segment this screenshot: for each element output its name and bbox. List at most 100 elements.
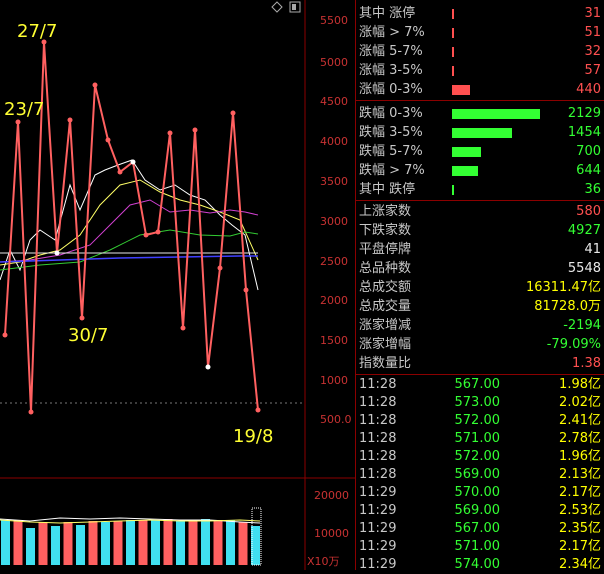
stat-row-up: 其中 涨停 31 — [356, 4, 604, 23]
tick-time: 11:29 — [359, 485, 397, 500]
volume-bar — [238, 522, 248, 565]
summary-label: 上涨家数 — [359, 204, 412, 219]
diamond-icon[interactable] — [271, 1, 283, 13]
breadth-point — [28, 409, 34, 415]
tick-row[interactable]: 11:29 574.00 2.34亿 — [356, 556, 604, 574]
stat-bar — [452, 128, 512, 138]
tick-time: 11:28 — [359, 467, 397, 482]
y-tick-label: 2500 — [320, 255, 348, 268]
volume-bar — [63, 522, 73, 565]
tick-row[interactable]: 11:28 571.00 2.78亿 — [356, 430, 604, 448]
tick-row[interactable]: 11:29 569.00 2.53亿 — [356, 502, 604, 520]
stat-label: 跌幅 0-3% — [359, 106, 423, 121]
breadth-point — [205, 364, 211, 370]
summary-value: -79.09% — [546, 337, 601, 352]
tick-row[interactable]: 11:28 569.00 2.13亿 — [356, 466, 604, 484]
volume-bar — [163, 519, 173, 565]
summary-row: 总品种数 5548 — [356, 259, 604, 278]
tick-amount: 2.17亿 — [559, 485, 601, 500]
stat-bar — [452, 9, 454, 19]
summary-row: 下跌家数 4927 — [356, 221, 604, 240]
tick-price: 571.00 — [454, 539, 501, 554]
date-annotation: 30/7 — [68, 325, 109, 346]
summary-label: 指数量比 — [359, 356, 412, 371]
volume-bar — [176, 521, 185, 565]
volume-bar — [51, 526, 60, 565]
summary-value: 1.38 — [572, 356, 601, 371]
volume-bar — [201, 519, 210, 565]
breadth-line — [4, 41, 259, 413]
y-tick-label: 500.0 — [320, 413, 352, 426]
stat-bar — [452, 66, 454, 76]
tick-time: 11:28 — [359, 395, 397, 410]
y-tick-label: 1500 — [320, 334, 348, 347]
stat-row-down: 跌幅 3-5% 1454 — [356, 123, 604, 142]
tick-amount: 1.96亿 — [559, 449, 601, 464]
window-restore-icon-inner — [292, 4, 296, 10]
summary-value: 580 — [576, 204, 601, 219]
summary-label: 总成交量 — [359, 299, 412, 314]
volume-bar — [188, 520, 198, 565]
stat-label: 涨幅 3-5% — [359, 63, 423, 78]
tick-amount: 2.02亿 — [559, 395, 601, 410]
toolbar-icons — [271, 1, 301, 13]
summary-label: 涨家增幅 — [359, 337, 412, 352]
tick-row[interactable]: 11:28 572.00 1.96亿 — [356, 448, 604, 466]
tick-time: 11:29 — [359, 503, 397, 518]
tick-time: 11:29 — [359, 557, 397, 572]
stat-bar — [452, 28, 454, 38]
stat-bar — [452, 85, 470, 95]
tick-row[interactable]: 11:29 570.00 2.17亿 — [356, 484, 604, 502]
tick-row[interactable]: 11:28 572.00 2.41亿 — [356, 412, 604, 430]
summary-label: 总成交额 — [359, 280, 412, 295]
tick-price: 572.00 — [454, 413, 501, 428]
stat-row-down: 其中 跌停 36 — [356, 180, 604, 199]
breadth-point — [15, 119, 21, 125]
tick-time: 11:29 — [359, 521, 397, 536]
tick-time: 11:28 — [359, 449, 397, 464]
date-annotation: 19/8 — [233, 426, 274, 447]
market-stats-panel: 其中 涨停 31 涨幅 > 7% 51 涨幅 5-7% 32 涨幅 3-5% 57 涨幅 0-3… — [355, 0, 604, 572]
tick-row[interactable]: 11:28 567.00 1.98亿 — [356, 376, 604, 394]
tick-amount: 1.98亿 — [559, 377, 601, 392]
price-y-axis: 5500 5000 4500 4000 3500 3000 2500 2000 … — [320, 14, 352, 426]
summary-row: 指数量比 1.38 — [356, 354, 604, 373]
tick-row[interactable]: 11:29 567.00 2.35亿 — [356, 520, 604, 538]
stat-value: 57 — [584, 63, 601, 78]
date-annotation: 23/7 — [4, 99, 45, 120]
volume-bar — [213, 520, 223, 565]
ma-line-green — [0, 229, 259, 271]
volume-tick-label: 10000 — [314, 527, 349, 540]
y-tick-label: 5000 — [320, 56, 348, 69]
breadth-point — [192, 127, 198, 133]
stat-label: 涨幅 0-3% — [359, 82, 423, 97]
breadth-point — [230, 110, 236, 116]
stat-value: 2129 — [567, 106, 601, 121]
tick-amount: 2.78亿 — [559, 431, 601, 446]
summary-row: 总成交额 16311.47亿 — [356, 278, 604, 297]
y-tick-label: 3000 — [320, 215, 348, 228]
summary-value: 41 — [584, 242, 601, 257]
divider — [356, 100, 604, 101]
market-breadth-chart[interactable]: 5500 5000 4500 4000 3500 3000 2500 2000 … — [0, 0, 355, 570]
divider — [356, 200, 604, 201]
stat-bar — [452, 47, 454, 57]
summary-row: 总成交量 81728.0万 — [356, 297, 604, 316]
tick-price: 570.00 — [454, 485, 501, 500]
breadth-point — [105, 137, 111, 143]
stat-bar — [452, 185, 454, 195]
volume-bar — [151, 520, 160, 565]
tick-row[interactable]: 11:29 571.00 2.17亿 — [356, 538, 604, 556]
volume-bar — [26, 528, 35, 565]
breadth-point — [243, 287, 249, 293]
tick-row[interactable]: 11:28 573.00 2.02亿 — [356, 394, 604, 412]
summary-row: 涨家增幅 -79.09% — [356, 335, 604, 354]
y-tick-label: 3500 — [320, 175, 348, 188]
stat-row-up: 涨幅 3-5% 57 — [356, 61, 604, 80]
volume-bar — [76, 525, 85, 565]
tick-price: 574.00 — [454, 557, 501, 572]
tick-amount: 2.35亿 — [559, 521, 601, 536]
summary-row: 上涨家数 580 — [356, 202, 604, 221]
stat-value: 1454 — [567, 125, 601, 140]
stat-label: 跌幅 3-5% — [359, 125, 423, 140]
